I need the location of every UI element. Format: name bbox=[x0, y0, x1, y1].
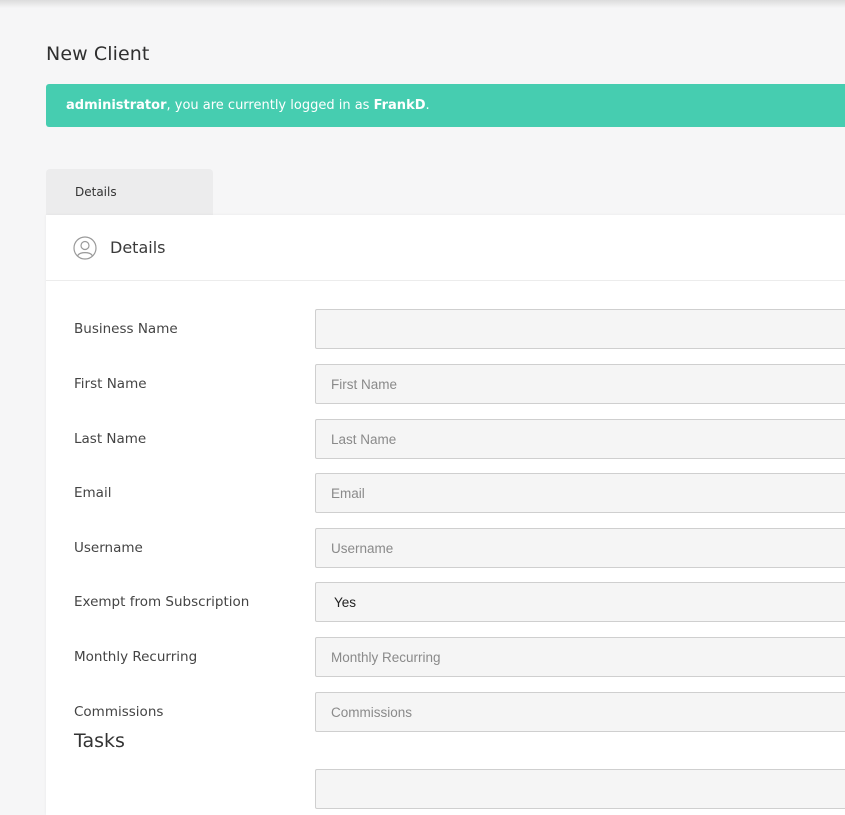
form-row-username: Username bbox=[46, 528, 845, 568]
details-section-title: Details bbox=[110, 238, 166, 257]
tasks-first-input[interactable] bbox=[315, 769, 845, 809]
tasks-section-title: Tasks bbox=[74, 730, 125, 752]
form-row-monthly-recurring: Monthly Recurring bbox=[46, 637, 845, 677]
form-row-tasks-first bbox=[46, 769, 845, 809]
monthly-recurring-label: Monthly Recurring bbox=[74, 649, 198, 665]
details-card: Details Business Name First Name Last Na… bbox=[46, 215, 845, 815]
commissions-input[interactable] bbox=[315, 692, 845, 732]
page-title: New Client bbox=[46, 43, 150, 65]
form-row-commissions: Commissions bbox=[46, 692, 845, 732]
last-name-label: Last Name bbox=[74, 431, 147, 447]
banner-end: . bbox=[425, 98, 430, 113]
top-bar-shadow bbox=[0, 0, 845, 8]
details-card-header: Details bbox=[46, 215, 845, 281]
exempt-subscription-select[interactable]: Yes bbox=[315, 582, 845, 622]
email-input[interactable] bbox=[315, 473, 845, 513]
tab-details[interactable]: Details bbox=[46, 169, 213, 215]
banner-username: FrankD bbox=[373, 98, 426, 113]
business-name-input[interactable] bbox=[315, 309, 845, 349]
banner-user-role: administrator bbox=[66, 98, 167, 113]
commissions-label: Commissions bbox=[74, 704, 164, 720]
first-name-label: First Name bbox=[74, 376, 147, 392]
login-status-banner: administrator, you are currently logged … bbox=[46, 84, 845, 127]
username-label: Username bbox=[74, 540, 143, 556]
form-row-first-name: First Name bbox=[46, 364, 845, 404]
exempt-subscription-label: Exempt from Subscription bbox=[74, 594, 250, 610]
form-row-email: Email bbox=[46, 473, 845, 513]
monthly-recurring-input[interactable] bbox=[315, 637, 845, 677]
username-input[interactable] bbox=[315, 528, 845, 568]
form-row-business-name: Business Name bbox=[46, 309, 845, 349]
first-name-input[interactable] bbox=[315, 364, 845, 404]
form-row-exempt-subscription: Exempt from Subscription Yes bbox=[46, 582, 845, 622]
banner-message: , you are currently logged in as bbox=[166, 98, 374, 113]
user-circle-icon bbox=[73, 235, 97, 260]
form-row-last-name: Last Name bbox=[46, 419, 845, 459]
last-name-input[interactable] bbox=[315, 419, 845, 459]
business-name-label: Business Name bbox=[74, 321, 178, 337]
email-label: Email bbox=[74, 485, 112, 501]
